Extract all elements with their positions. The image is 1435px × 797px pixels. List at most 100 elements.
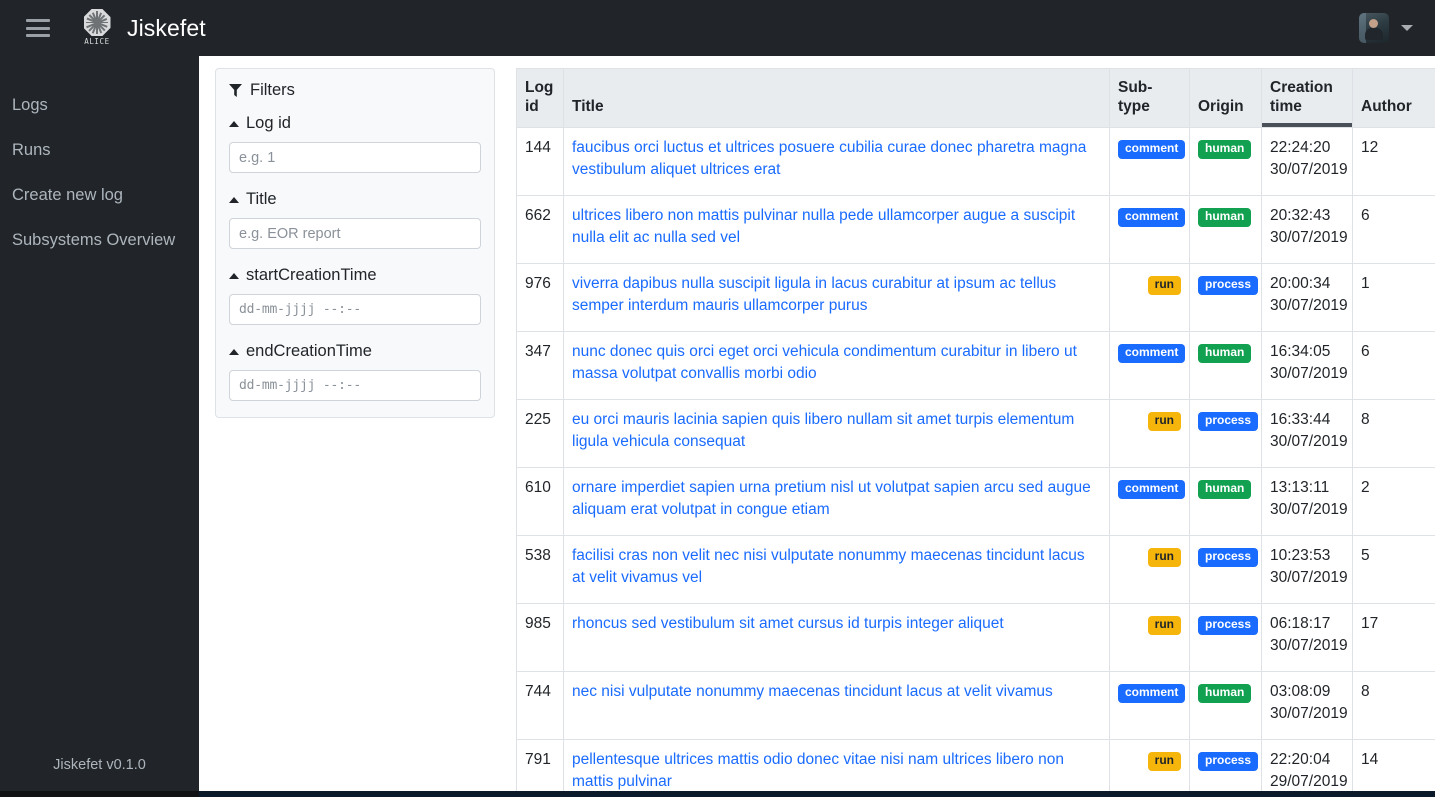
table-row[interactable]: 662 ultrices libero non mattis pulvinar n… bbox=[516, 194, 1435, 264]
top-navbar: ALICE Jiskefet bbox=[0, 0, 1435, 56]
creation-time-date: 30/07/2019 bbox=[1270, 432, 1348, 450]
column-header-creation-time[interactable]: Creation time bbox=[1261, 68, 1353, 128]
origin-badge: process bbox=[1198, 411, 1259, 431]
log-title-link[interactable]: viverra dapibus nulla suscipit ligula in… bbox=[572, 275, 1056, 314]
column-header-subtype[interactable]: Sub-type bbox=[1109, 68, 1190, 128]
column-header-log-id[interactable]: Log id bbox=[516, 68, 564, 128]
cell-log-id: 976 bbox=[516, 262, 564, 332]
log-title-link[interactable]: pellentesque ultrices mattis odio donec … bbox=[572, 751, 1064, 790]
table-row[interactable]: 144 faucibus orci luctus et ultrices posu… bbox=[516, 126, 1435, 196]
chevron-down-icon[interactable] bbox=[1401, 25, 1413, 31]
cell-subtype: run bbox=[1109, 534, 1190, 604]
filter-end-creation-time-toggle[interactable]: endCreationTime bbox=[229, 342, 481, 361]
sidebar: Logs Runs Create new log Subsystems Over… bbox=[0, 56, 199, 791]
creation-time-date: 30/07/2019 bbox=[1270, 704, 1348, 722]
cell-author: 14 bbox=[1352, 738, 1435, 791]
cell-origin: process bbox=[1189, 738, 1262, 791]
table-row[interactable]: 610 ornare imperdiet sapien urna pretium … bbox=[516, 466, 1435, 536]
cell-origin: human bbox=[1189, 194, 1262, 264]
origin-badge: process bbox=[1198, 547, 1259, 567]
log-title-link[interactable]: facilisi cras non velit nec nisi vulputa… bbox=[572, 547, 1085, 586]
subtype-badge: run bbox=[1147, 751, 1181, 771]
cell-creation-time: 22:20:04 29/07/2019 bbox=[1261, 738, 1353, 791]
sidebar-item-create-new-log[interactable]: Create new log bbox=[0, 173, 199, 218]
subtype-badge: comment bbox=[1118, 479, 1186, 499]
creation-time-date: 29/07/2019 bbox=[1270, 772, 1348, 790]
filter-group-title: Title bbox=[229, 190, 481, 249]
log-title-link[interactable]: ultrices libero non mattis pulvinar null… bbox=[572, 207, 1075, 246]
table-row[interactable]: 538 facilisi cras non velit nec nisi vulp… bbox=[516, 534, 1435, 604]
cell-creation-time: 20:32:43 30/07/2019 bbox=[1261, 194, 1353, 264]
table-row[interactable]: 791 pellentesque ultrices mattis odio don… bbox=[516, 738, 1435, 791]
title-input[interactable] bbox=[229, 218, 481, 249]
creation-time-clock: 20:32:43 bbox=[1270, 206, 1331, 224]
start-creation-time-input[interactable] bbox=[229, 294, 481, 325]
column-header-title[interactable]: Title bbox=[563, 68, 1110, 128]
filters-heading-label: Filters bbox=[250, 81, 295, 99]
cell-title: rhoncus sed vestibulum sit amet cursus i… bbox=[563, 602, 1110, 672]
sidebar-item-runs[interactable]: Runs bbox=[0, 128, 199, 173]
table-row[interactable]: 976 viverra dapibus nulla suscipit ligula… bbox=[516, 262, 1435, 332]
log-title-link[interactable]: faucibus orci luctus et ultrices posuere… bbox=[572, 139, 1086, 178]
cell-creation-time: 16:34:05 30/07/2019 bbox=[1261, 330, 1353, 400]
cell-origin: process bbox=[1189, 602, 1262, 672]
table-row[interactable]: 347 nunc donec quis orci eget orci vehicu… bbox=[516, 330, 1435, 400]
cell-creation-time: 16:33:44 30/07/2019 bbox=[1261, 398, 1353, 468]
filter-title-toggle[interactable]: Title bbox=[229, 190, 481, 209]
creation-time-date: 30/07/2019 bbox=[1270, 500, 1348, 518]
creation-time-clock: 16:34:05 bbox=[1270, 342, 1331, 360]
table-row[interactable]: 225 eu orci mauris lacinia sapien quis li… bbox=[516, 398, 1435, 468]
cell-subtype: comment bbox=[1109, 670, 1190, 740]
cell-origin: human bbox=[1189, 466, 1262, 536]
navbar-right bbox=[1359, 13, 1413, 43]
subtype-badge: run bbox=[1147, 275, 1181, 295]
filter-title-label: Title bbox=[246, 190, 277, 208]
cell-title: nunc donec quis orci eget orci vehicula … bbox=[563, 330, 1110, 400]
hamburger-menu-icon[interactable] bbox=[26, 19, 50, 37]
origin-badge: process bbox=[1198, 751, 1259, 771]
creation-time-date: 30/07/2019 bbox=[1270, 568, 1348, 586]
creation-time-date: 30/07/2019 bbox=[1270, 364, 1348, 382]
column-header-origin[interactable]: Origin bbox=[1189, 68, 1262, 128]
brand[interactable]: ALICE Jiskefet bbox=[80, 9, 206, 47]
log-title-link[interactable]: ornare imperdiet sapien urna pretium nis… bbox=[572, 479, 1091, 518]
cell-author: 6 bbox=[1352, 330, 1435, 400]
filter-group-start-creation-time: startCreationTime bbox=[229, 266, 481, 325]
chevron-up-icon bbox=[229, 120, 239, 127]
cell-author: 17 bbox=[1352, 602, 1435, 672]
log-title-link[interactable]: nec nisi vulputate nonummy maecenas tinc… bbox=[572, 683, 1053, 700]
subtype-badge: comment bbox=[1118, 139, 1186, 159]
logs-table-head: Log id Title Sub-type Origin Creation ti… bbox=[516, 68, 1435, 128]
creation-time-date: 30/07/2019 bbox=[1270, 636, 1348, 654]
table-row[interactable]: 744 nec nisi vulputate nonummy maecenas t… bbox=[516, 670, 1435, 740]
hamburger-bar bbox=[26, 34, 50, 37]
cell-creation-time: 03:08:09 30/07/2019 bbox=[1261, 670, 1353, 740]
cell-author: 8 bbox=[1352, 670, 1435, 740]
sidebar-item-subsystems-overview[interactable]: Subsystems Overview bbox=[0, 218, 199, 263]
cell-title: ultrices libero non mattis pulvinar null… bbox=[563, 194, 1110, 264]
cell-log-id: 225 bbox=[516, 398, 564, 468]
cell-log-id: 744 bbox=[516, 670, 564, 740]
end-creation-time-input[interactable] bbox=[229, 370, 481, 401]
sidebar-version-label: Jiskefet v0.1.0 bbox=[53, 757, 146, 773]
creation-time-date: 30/07/2019 bbox=[1270, 296, 1348, 314]
cell-title: facilisi cras non velit nec nisi vulputa… bbox=[563, 534, 1110, 604]
log-id-input[interactable] bbox=[229, 142, 481, 173]
log-title-link[interactable]: rhoncus sed vestibulum sit amet cursus i… bbox=[572, 615, 1004, 632]
cell-subtype: comment bbox=[1109, 194, 1190, 264]
column-header-author[interactable]: Author bbox=[1352, 68, 1435, 128]
sidebar-item-logs[interactable]: Logs bbox=[0, 83, 199, 128]
logs-table-container[interactable]: Log id Title Sub-type Origin Creation ti… bbox=[516, 68, 1435, 791]
table-row[interactable]: 985 rhoncus sed vestibulum sit amet cursu… bbox=[516, 602, 1435, 672]
log-title-link[interactable]: eu orci mauris lacinia sapien quis liber… bbox=[572, 411, 1074, 450]
table-header-row: Log id Title Sub-type Origin Creation ti… bbox=[516, 68, 1435, 128]
filter-group-end-creation-time: endCreationTime bbox=[229, 342, 481, 401]
filter-start-creation-time-toggle[interactable]: startCreationTime bbox=[229, 266, 481, 285]
log-title-link[interactable]: nunc donec quis orci eget orci vehicula … bbox=[572, 343, 1077, 382]
creation-time-date: 30/07/2019 bbox=[1270, 228, 1348, 246]
origin-badge: process bbox=[1198, 275, 1259, 295]
user-avatar[interactable] bbox=[1359, 13, 1389, 43]
cell-subtype: run bbox=[1109, 398, 1190, 468]
cell-origin: human bbox=[1189, 330, 1262, 400]
filter-log-id-toggle[interactable]: Log id bbox=[229, 114, 481, 133]
